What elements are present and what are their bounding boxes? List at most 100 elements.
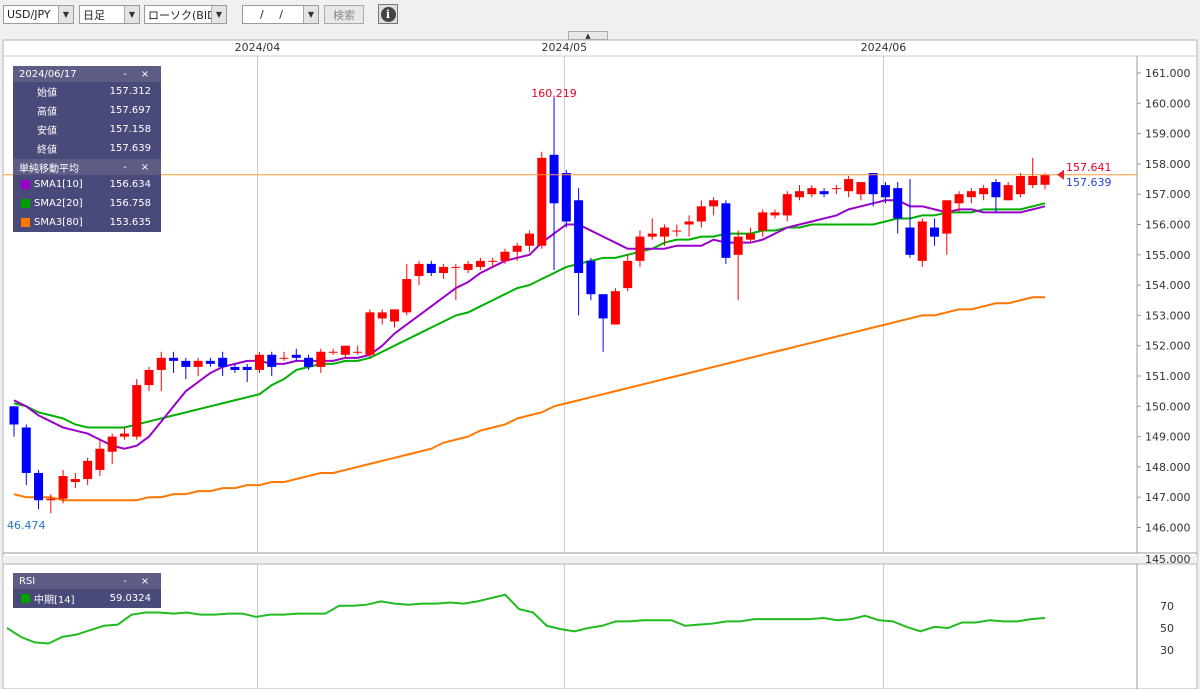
sma-row-1: SMA1[10] 156.634 — [13, 175, 161, 194]
price-tick-label: 145.000 — [1145, 553, 1191, 566]
candle-up — [856, 182, 866, 195]
candle-down — [181, 360, 191, 367]
candle-down — [574, 200, 584, 273]
candle-up — [500, 251, 510, 261]
candle-up — [377, 312, 387, 319]
rsi-tick-label: 70 — [1160, 600, 1174, 613]
close-icon[interactable]: × — [135, 576, 155, 587]
candle-up — [463, 263, 473, 270]
high-price-label: 160.219 — [531, 87, 577, 100]
pane-separator[interactable] — [3, 556, 1197, 564]
rsi-info-panel[interactable]: RSI - × 中期[14] 59.0324 — [13, 573, 161, 608]
minimize-icon[interactable]: - — [115, 162, 135, 173]
sma-value: 156.758 — [109, 198, 151, 209]
candle-up — [917, 221, 927, 261]
candle-up — [353, 351, 363, 353]
sma-panel-title: 単純移動平均 — [19, 163, 79, 175]
minimize-icon[interactable]: - — [115, 69, 135, 80]
price-tick-label: 152.000 — [1145, 340, 1191, 353]
ohlc-info-panel[interactable]: 2024/06/17 - × 始値 157.312 高値 157.697 安値 157… — [13, 66, 161, 232]
candle-up — [1003, 185, 1013, 201]
candle-up — [709, 200, 719, 207]
candle-down — [242, 366, 252, 370]
candle-up — [107, 436, 117, 452]
candle-up — [635, 236, 645, 261]
candle-up — [807, 188, 817, 195]
ohlc-row-low: 安値 157.158 — [13, 120, 161, 139]
rsi-panel-header[interactable]: RSI - × — [13, 573, 161, 589]
candle-down — [230, 366, 240, 370]
candle-up — [733, 236, 743, 255]
candle-up — [95, 448, 105, 470]
ohlc-value: 157.158 — [109, 124, 151, 135]
candle-up — [672, 230, 682, 232]
candle-down — [21, 427, 31, 473]
candle-down — [426, 263, 436, 273]
price-tick-label: 159.000 — [1145, 128, 1191, 141]
rsi-row: 中期[14] 59.0324 — [13, 589, 161, 608]
candle-down — [991, 182, 1001, 198]
sma2-swatch — [21, 199, 30, 208]
candle-up — [942, 200, 952, 234]
candle-down — [561, 172, 571, 222]
minimize-icon[interactable]: - — [115, 576, 135, 587]
rsi-label: 中期[14] — [34, 595, 75, 606]
ohlc-label: 終値 — [37, 145, 57, 156]
candle-down — [291, 354, 301, 358]
candle-up — [745, 233, 755, 240]
price-tick-label: 155.000 — [1145, 249, 1191, 262]
sma-panel-header[interactable]: 単純移動平均 - × — [13, 159, 161, 175]
price-tick-label: 154.000 — [1145, 279, 1191, 292]
month-label: 2024/04 — [235, 41, 281, 54]
candle-up — [696, 206, 706, 222]
candle-up — [1028, 176, 1038, 186]
sma-value: 153.635 — [109, 217, 151, 228]
candle-up — [340, 345, 350, 355]
candle-up — [389, 309, 399, 322]
ohlc-panel-header[interactable]: 2024/06/17 - × — [13, 66, 161, 82]
last-price-label-2: 157.639 — [1066, 176, 1112, 189]
candle-up — [610, 291, 620, 325]
chart-canvas: 2024/04 2024/05 2024/06 161.000 160.000 159.… — [2, 39, 1198, 689]
candle-down — [218, 357, 228, 367]
candle-up — [328, 351, 338, 353]
candle-down — [586, 260, 596, 295]
ohlc-value: 157.697 — [109, 105, 151, 116]
candle-down — [549, 154, 559, 204]
sma1-swatch — [21, 180, 30, 189]
price-tick-label: 150.000 — [1145, 400, 1191, 413]
candle-up — [537, 157, 547, 246]
candle-up — [831, 188, 841, 190]
ohlc-label: 高値 — [37, 107, 57, 118]
ohlc-panel-date: 2024/06/17 — [19, 68, 77, 80]
candle-up — [623, 260, 633, 289]
price-tick-label: 149.000 — [1145, 431, 1191, 444]
close-icon[interactable]: × — [135, 69, 155, 80]
candle-up — [119, 433, 129, 437]
rsi-panel-title: RSI — [19, 575, 36, 587]
candle-up — [254, 354, 264, 370]
candle-up — [684, 221, 694, 225]
candle-down — [598, 294, 608, 319]
candle-up — [193, 360, 203, 367]
ohlc-value: 157.639 — [109, 143, 151, 154]
candle-up — [83, 460, 93, 480]
ohlc-label: 始値 — [37, 88, 57, 99]
candle-up — [132, 385, 142, 437]
close-icon[interactable]: × — [135, 162, 155, 173]
candle-up — [512, 245, 522, 252]
candle-up — [439, 266, 449, 273]
candle-down — [169, 357, 179, 361]
month-label: 2024/05 — [541, 41, 587, 54]
candle-up — [660, 227, 670, 237]
candle-up — [475, 260, 485, 267]
price-tick-label: 153.000 — [1145, 309, 1191, 322]
sma-label: SMA2[20] — [34, 198, 83, 209]
price-tick-label: 160.000 — [1145, 97, 1191, 110]
price-tick-label: 148.000 — [1145, 461, 1191, 474]
candle-down — [868, 172, 878, 195]
price-tick-label: 151.000 — [1145, 370, 1191, 383]
price-tick-label: 158.000 — [1145, 158, 1191, 171]
ohlc-label: 安値 — [37, 126, 57, 137]
candle-down — [905, 227, 915, 255]
